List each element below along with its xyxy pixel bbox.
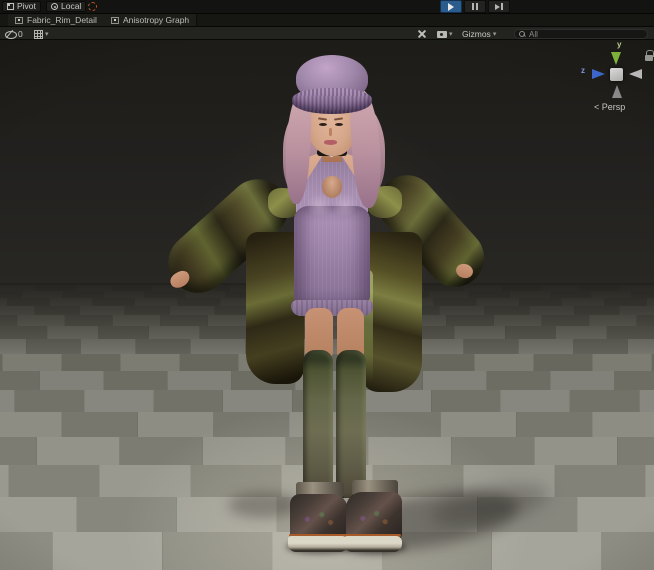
grid-icon bbox=[34, 29, 43, 39]
scene-view-toolbar: 0 ▾ ▾ Gizmos ▾ bbox=[0, 26, 654, 40]
beanie-brim bbox=[292, 88, 372, 114]
search-input[interactable] bbox=[529, 29, 643, 39]
play-controls bbox=[440, 0, 510, 13]
negative-y-axis-cone[interactable] bbox=[612, 85, 622, 98]
pivot-icon bbox=[7, 3, 14, 10]
chevron-down-icon: ▾ bbox=[492, 30, 497, 38]
z-axis-label[interactable]: z bbox=[581, 66, 585, 75]
eye-hidden-icon bbox=[5, 30, 17, 39]
main-toolbar: Pivot Local bbox=[0, 0, 654, 13]
scene-visibility-button[interactable]: 0 bbox=[5, 29, 23, 39]
local-toggle-button[interactable]: Local bbox=[46, 1, 87, 12]
y-axis-cone[interactable] bbox=[611, 52, 621, 65]
camera-icon bbox=[437, 30, 447, 38]
scene-viewport[interactable]: y z < Persp bbox=[0, 40, 654, 570]
boot-upper-right bbox=[346, 492, 402, 540]
scene-search-field[interactable] bbox=[514, 29, 648, 39]
eye-left bbox=[319, 123, 327, 126]
boot-sole-right bbox=[344, 536, 402, 552]
gizmos-label: Gizmos bbox=[462, 28, 491, 39]
negative-x-axis-cone[interactable] bbox=[629, 69, 642, 79]
window-icon bbox=[111, 17, 119, 24]
eye-right bbox=[335, 123, 343, 126]
overlay-tools-button[interactable] bbox=[417, 29, 427, 39]
pivot-toggle-button[interactable]: Pivot bbox=[2, 1, 41, 12]
grid-settings-button[interactable]: ▾ bbox=[34, 29, 49, 39]
unity-editor-window: Pivot Local Fabric_Rim_Detail Anisotropy… bbox=[0, 0, 654, 570]
chevron-down-icon: ▾ bbox=[45, 30, 49, 38]
tools-icon bbox=[417, 29, 427, 39]
tab-label: Fabric_Rim_Detail bbox=[27, 15, 97, 26]
lips bbox=[324, 140, 337, 145]
search-icon bbox=[519, 30, 526, 38]
pause-button[interactable] bbox=[464, 0, 486, 13]
nose bbox=[329, 128, 332, 136]
tab-bar: Fabric_Rim_Detail Anisotropy Graph bbox=[0, 13, 654, 27]
hidden-count: 0 bbox=[18, 28, 23, 39]
local-icon bbox=[51, 3, 58, 10]
step-icon bbox=[495, 3, 503, 10]
dress-bust-highlight bbox=[300, 188, 364, 226]
gizmo-center-cube[interactable] bbox=[610, 68, 623, 81]
tab-label: Anisotropy Graph bbox=[123, 15, 190, 26]
y-axis-label[interactable]: y bbox=[617, 40, 621, 49]
projection-label[interactable]: < Persp bbox=[594, 102, 650, 112]
play-button[interactable] bbox=[440, 0, 462, 13]
window-icon bbox=[15, 17, 23, 24]
stocking-left bbox=[303, 350, 333, 498]
local-label: Local bbox=[61, 1, 82, 12]
play-icon bbox=[448, 2, 454, 11]
pause-icon bbox=[472, 3, 478, 10]
lock-icon[interactable] bbox=[644, 50, 654, 61]
chevron-down-icon: ▾ bbox=[449, 30, 453, 38]
boot-sole-left bbox=[288, 536, 348, 552]
pivot-label: Pivot bbox=[17, 1, 36, 12]
z-axis-cone[interactable] bbox=[592, 69, 605, 79]
snap-icon[interactable] bbox=[88, 2, 97, 11]
step-button[interactable] bbox=[488, 0, 510, 13]
gizmos-dropdown[interactable]: Gizmos ▾ bbox=[462, 29, 496, 39]
stocking-right bbox=[336, 350, 366, 498]
camera-settings-button[interactable]: ▾ bbox=[437, 29, 453, 39]
